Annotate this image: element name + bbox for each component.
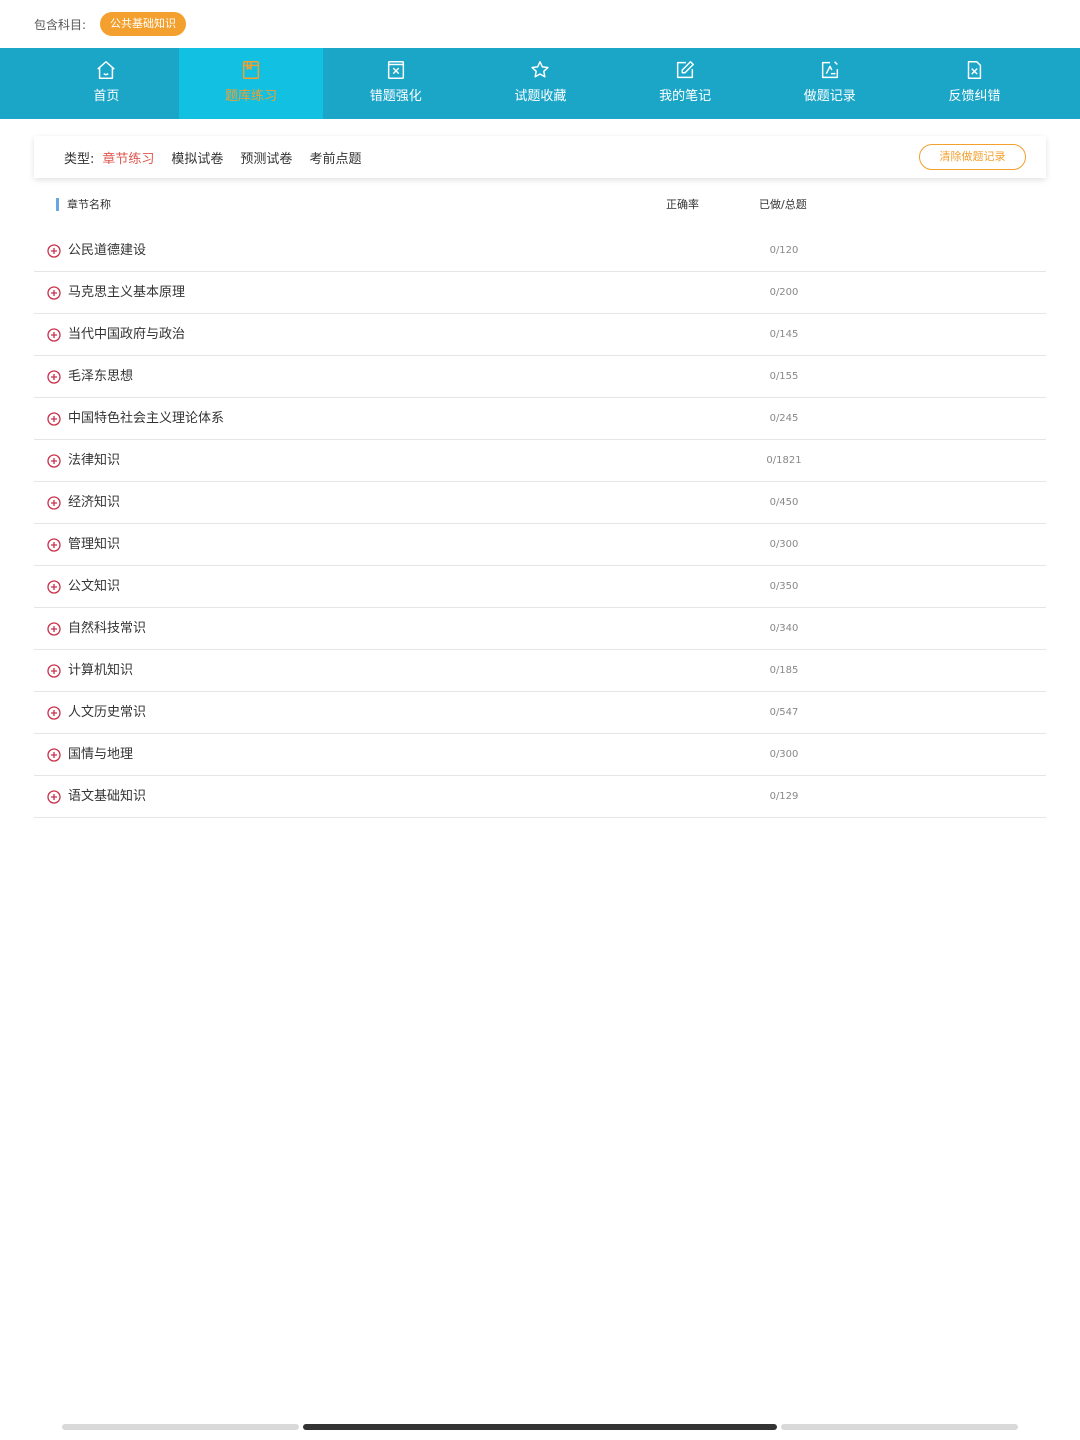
chapter-name: 国情与地理: [68, 747, 134, 762]
chapter-done-total: 0/450: [769, 497, 799, 508]
filter-chapter-practice[interactable]: 章节练习: [102, 148, 154, 167]
tab-question-bank[interactable]: 题库练习: [178, 48, 324, 119]
expand-plus-icon[interactable]: [47, 370, 61, 384]
chapter-row[interactable]: 人文历史常识 0/547: [34, 692, 1046, 734]
chapter-row[interactable]: 自然科技常识 0/340: [34, 608, 1046, 650]
question-bank-icon: [242, 61, 260, 79]
chapter-table-header: 章节名称 正确率 已做/总题: [34, 190, 1046, 220]
tab-favorites[interactable]: 试题收藏: [468, 48, 613, 119]
chapter-row[interactable]: 马克思主义基本原理 0/200: [34, 272, 1046, 314]
chapter-done-total: 0/145: [769, 329, 799, 340]
column-header-done-total: 已做/总题: [759, 198, 807, 211]
chapter-done-total: 0/1821: [766, 455, 802, 466]
chapter-name: 计算机知识: [68, 663, 134, 678]
main-nav: 首页 题库练习 错题强化 试题收藏 我的笔记 做题记录 反馈纠错: [0, 48, 1080, 119]
chapter-name: 人文历史常识: [68, 705, 147, 720]
chapter-row[interactable]: 语文基础知识 0/129: [34, 776, 1046, 818]
scrollbar-track-left: [62, 1424, 299, 1430]
expand-plus-icon[interactable]: [47, 328, 61, 342]
chapter-done-total: 0/120: [769, 245, 799, 256]
tab-records-label: 做题记录: [803, 89, 856, 104]
expand-plus-icon[interactable]: [47, 244, 61, 258]
expand-plus-icon[interactable]: [47, 286, 61, 300]
scrollbar-thumb[interactable]: [303, 1424, 777, 1430]
feedback-icon: [968, 61, 982, 79]
chapter-row[interactable]: 公文知识 0/350: [34, 566, 1046, 608]
expand-plus-icon[interactable]: [47, 580, 61, 594]
tab-wrong-questions-label: 错题强化: [369, 89, 422, 104]
chapter-row[interactable]: 管理知识 0/300: [34, 524, 1046, 566]
chapter-done-total: 0/350: [769, 581, 799, 592]
tab-records[interactable]: 做题记录: [757, 48, 902, 119]
expand-plus-icon[interactable]: [47, 748, 61, 762]
chapter-done-total: 0/200: [769, 287, 799, 298]
scrollbar-track-right: [781, 1424, 1018, 1430]
type-filter-label: 类型:: [64, 151, 95, 167]
chapter-row[interactable]: 计算机知识 0/185: [34, 650, 1046, 692]
chapter-row[interactable]: 毛泽东思想 0/155: [34, 356, 1046, 398]
chapter-name: 公文知识: [68, 579, 121, 594]
tab-question-bank-label: 题库练习: [225, 89, 278, 104]
clear-records-button[interactable]: 清除做题记录: [919, 144, 1026, 170]
chapter-done-total: 0/340: [769, 623, 799, 634]
home-icon: [97, 61, 116, 79]
tab-home[interactable]: 首页: [34, 48, 179, 119]
subject-bar: 包含科目: 公共基础知识: [0, 0, 1080, 48]
column-header-accuracy: 正确率: [666, 198, 699, 211]
subject-label: 包含科目:: [34, 17, 87, 32]
chapter-row[interactable]: 当代中国政府与政治 0/145: [34, 314, 1046, 356]
chapter-name: 毛泽东思想: [68, 369, 134, 384]
chapter-done-total: 0/547: [769, 707, 799, 718]
filter-mock-exam[interactable]: 模拟试卷: [171, 148, 223, 167]
tab-feedback[interactable]: 反馈纠错: [902, 48, 1047, 119]
chapter-done-total: 0/129: [769, 791, 799, 802]
chapter-name: 中国特色社会主义理论体系: [68, 411, 225, 426]
chapter-row[interactable]: 经济知识 0/450: [34, 482, 1046, 524]
chapter-list: 公民道德建设 0/120 马克思主义基本原理 0/200 当代中国政府与政治 0/145 毛…: [34, 230, 1046, 818]
tab-favorites-label: 试题收藏: [514, 89, 567, 104]
chapter-row[interactable]: 法律知识 0/1821: [34, 440, 1046, 482]
expand-plus-icon[interactable]: [47, 706, 61, 720]
chapter-row[interactable]: 公民道德建设 0/120: [34, 230, 1046, 272]
chapter-name: 公民道德建设: [68, 243, 147, 258]
tab-notes[interactable]: 我的笔记: [613, 48, 758, 119]
chapter-done-total: 0/300: [769, 749, 799, 760]
expand-plus-icon[interactable]: [47, 790, 61, 804]
chapter-row[interactable]: 国情与地理 0/300: [34, 734, 1046, 776]
chapter-row[interactable]: 中国特色社会主义理论体系 0/245: [34, 398, 1046, 440]
chapter-done-total: 0/300: [769, 539, 799, 550]
expand-plus-icon[interactable]: [47, 412, 61, 426]
chapter-done-total: 0/245: [769, 413, 799, 424]
chapter-done-total: 0/185: [769, 665, 799, 676]
type-filter-bar: 类型: 章节练习 模拟试卷 预测试卷 考前点题 清除做题记录: [34, 136, 1046, 178]
expand-plus-icon[interactable]: [47, 496, 61, 510]
note-edit-icon: [677, 61, 695, 79]
tab-home-label: 首页: [93, 89, 120, 104]
subject-chip[interactable]: 公共基础知识: [100, 12, 187, 36]
tab-notes-label: 我的笔记: [659, 89, 712, 104]
record-icon: [821, 61, 838, 79]
expand-plus-icon[interactable]: [47, 538, 61, 552]
horizontal-scrollbar[interactable]: [62, 1424, 1018, 1430]
chapter-name: 经济知识: [68, 495, 121, 510]
column-header-chapter-name: 章节名称: [56, 198, 111, 211]
tab-feedback-label: 反馈纠错: [948, 89, 1001, 104]
chapter-done-total: 0/155: [769, 371, 799, 382]
filter-pre-exam-tips[interactable]: 考前点题: [309, 148, 361, 167]
chapter-name: 马克思主义基本原理: [68, 285, 186, 300]
chapter-name: 管理知识: [68, 537, 121, 552]
star-icon: [531, 61, 550, 78]
expand-plus-icon[interactable]: [47, 664, 61, 678]
chapter-name: 法律知识: [68, 453, 121, 468]
chapter-name: 当代中国政府与政治: [68, 327, 186, 342]
expand-plus-icon[interactable]: [47, 622, 61, 636]
chapter-name: 语文基础知识: [68, 789, 147, 804]
wrong-question-icon: [387, 61, 404, 79]
expand-plus-icon[interactable]: [47, 454, 61, 468]
tab-wrong-questions[interactable]: 错题强化: [323, 48, 468, 119]
chapter-name: 自然科技常识: [68, 621, 147, 636]
filter-predicted-exam[interactable]: 预测试卷: [240, 148, 292, 167]
